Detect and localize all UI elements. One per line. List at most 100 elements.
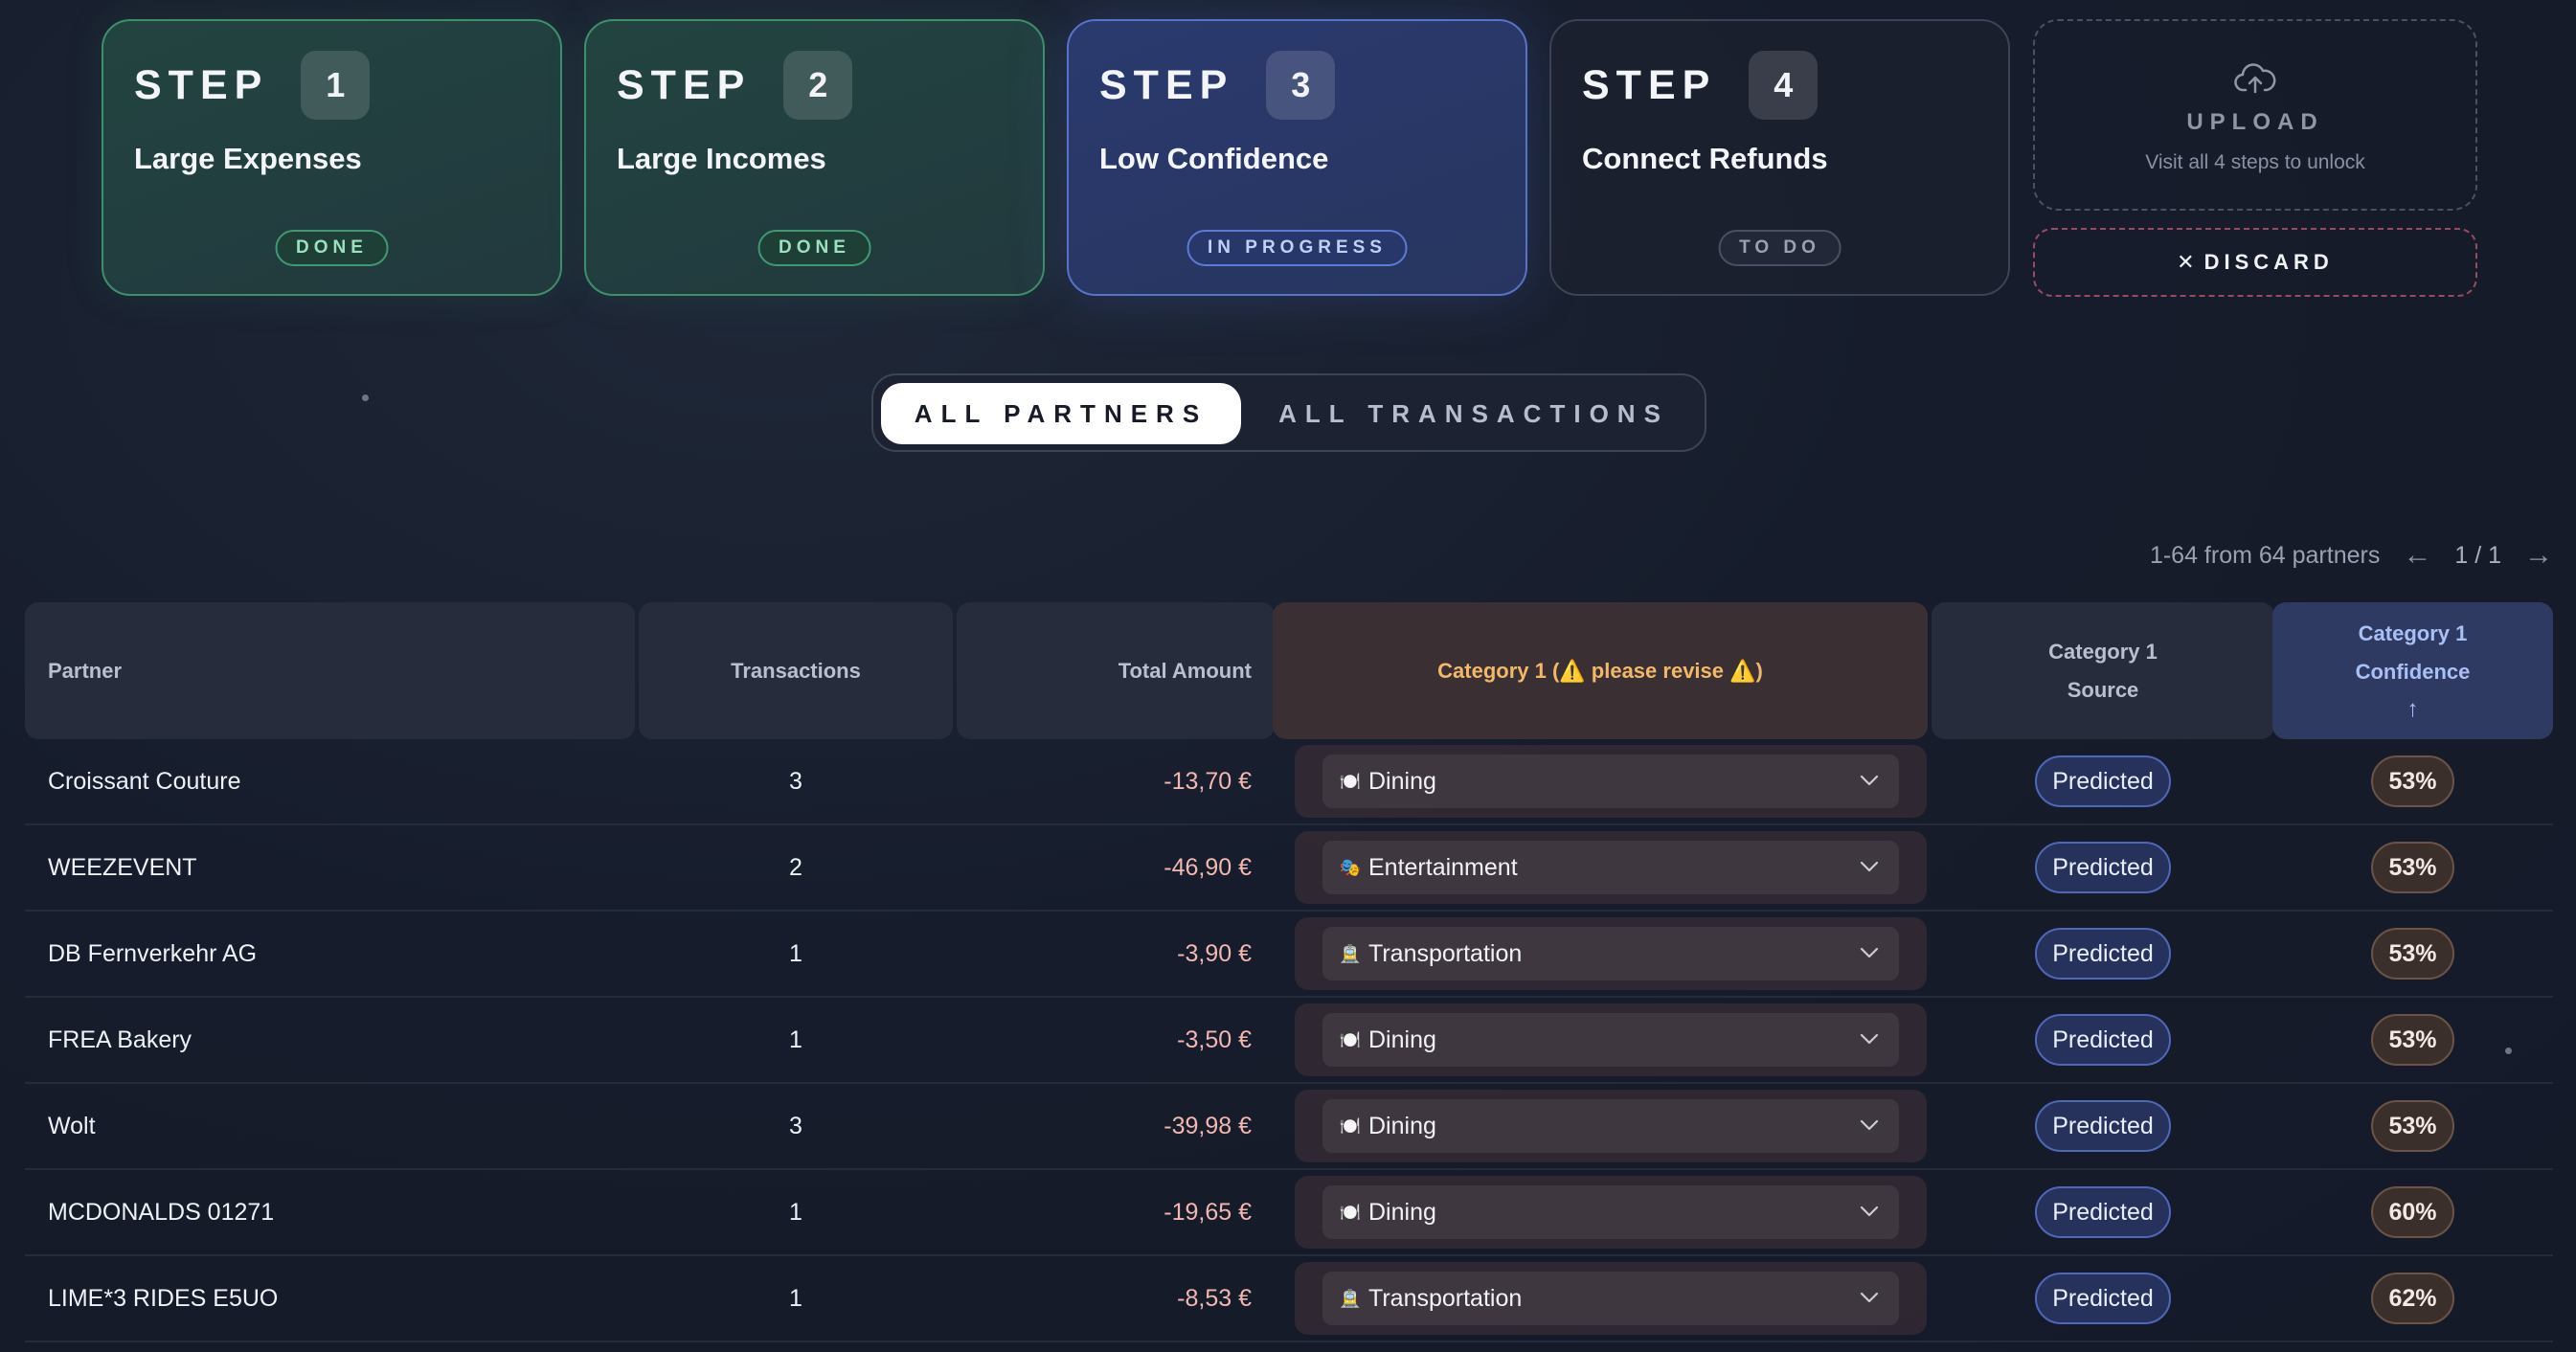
close-icon: ✕ [2177, 250, 2195, 274]
tab-all-partners[interactable]: ALL PARTNERS [881, 383, 1241, 444]
dining-icon: 🍽️ [1339, 1202, 1362, 1222]
category-value: Transportation [1368, 939, 1523, 967]
step-card-1[interactable]: STEP 1 Large Expenses DONE [102, 19, 562, 296]
source-badge: Predicted [2035, 1186, 2171, 1238]
step-number: 2 [783, 51, 853, 120]
source-cell: Predicted [1932, 998, 2274, 1082]
page-indicator: 1 / 1 [2454, 541, 2501, 569]
dining-icon: 🍽️ [1339, 1029, 1362, 1049]
step-card-4[interactable]: STEP 4 Connect Refunds TO DO [1549, 19, 2010, 296]
confidence-cell: 53% [2272, 912, 2553, 996]
step-word: STEP [1099, 61, 1234, 108]
column-header-category[interactable]: Category 1 (⚠️ please revise ⚠️) [1273, 602, 1928, 739]
prev-page-icon[interactable]: ← [2401, 539, 2433, 572]
step-header: STEP 4 [1582, 50, 1819, 121]
status-badge: DONE [757, 230, 871, 266]
category-select[interactable]: 🍽️ Dining [1322, 1185, 1899, 1239]
column-header-partner[interactable]: Partner [25, 602, 635, 739]
category-select[interactable]: 🚊 Transportation [1322, 1272, 1899, 1325]
step-word: STEP [1582, 61, 1717, 108]
partner-name: Wolt [48, 1112, 96, 1139]
confidence-cell: 53% [2272, 998, 2553, 1082]
status-badge: IN PROGRESS [1186, 230, 1408, 266]
confidence-badge: 62% [2371, 1273, 2454, 1324]
theater-masks-icon: 🎭 [1339, 857, 1362, 877]
source-badge: Predicted [2035, 1014, 2171, 1066]
next-page-icon[interactable]: → [2522, 539, 2555, 572]
source-badge: Predicted [2035, 928, 2171, 980]
confidence-badge: 53% [2371, 1100, 2454, 1152]
confidence-cell: 53% [2272, 825, 2553, 910]
column-header-source-line2: Source [2067, 677, 2139, 702]
step-title: Large Incomes [617, 142, 826, 175]
partners-table: Partner Transactions Total Amount Catego… [25, 602, 2553, 1342]
tram-icon: 🚊 [1339, 943, 1362, 963]
partner-name: LIME*3 RIDES E5UO [48, 1284, 279, 1312]
step-number: 4 [1749, 51, 1819, 120]
category-select[interactable]: 🚊 Transportation [1322, 927, 1899, 980]
total-amount: -46,90 € [1164, 853, 1252, 881]
tab-all-transactions[interactable]: ALL TRANSACTIONS [1247, 383, 1701, 444]
tram-icon: 🚊 [1339, 1288, 1362, 1308]
step-title: Low Confidence [1099, 142, 1329, 175]
total-amount: -19,65 € [1164, 1198, 1252, 1226]
app-root: STEP 1 Large Expenses DONE STEP 2 Large … [0, 0, 2576, 1352]
partner-name: FREA Bakery [48, 1025, 192, 1053]
column-header-confidence[interactable]: Category 1 Confidence ↑ [2272, 602, 2553, 739]
confidence-badge: 53% [2371, 928, 2454, 980]
total-amount: -39,98 € [1164, 1112, 1252, 1139]
category-select[interactable]: 🎭 Entertainment [1322, 841, 1899, 894]
table-header: Partner Transactions Total Amount Catego… [25, 602, 2553, 739]
table-row: WEEZEVENT 2 -46,90 € 🎭 Entertainment Pre… [25, 825, 2553, 912]
status-badge: DONE [275, 230, 389, 266]
column-header-source[interactable]: Category 1 Source [1932, 602, 2274, 739]
step-header: STEP 2 [617, 50, 853, 121]
upload-hint: Visit all 4 steps to unlock [2145, 151, 2365, 173]
confidence-cell: 60% [2272, 1170, 2553, 1254]
column-header-transactions[interactable]: Transactions [639, 602, 953, 739]
table-row: MCDONALDS 01271 1 -19,65 € 🍽️ Dining Pre… [25, 1170, 2553, 1256]
step-word: STEP [134, 61, 269, 108]
chevron-down-icon [1860, 775, 1879, 786]
step-card-3[interactable]: STEP 3 Low Confidence IN PROGRESS [1067, 19, 1527, 296]
step-title: Connect Refunds [1582, 142, 1828, 175]
discard-button[interactable]: ✕ DISCARD [2033, 228, 2477, 297]
transaction-count: 1 [789, 1284, 802, 1312]
transaction-count: 1 [789, 939, 802, 967]
category-select[interactable]: 🍽️ Dining [1322, 1013, 1899, 1067]
transaction-count: 1 [789, 1198, 802, 1226]
step-title: Large Expenses [134, 142, 362, 175]
partner-name: Croissant Couture [48, 767, 241, 795]
discard-label: DISCARD [2203, 250, 2334, 274]
source-cell: Predicted [1932, 739, 2274, 823]
category-select[interactable]: 🍽️ Dining [1322, 755, 1899, 808]
category-value: Dining [1368, 767, 1436, 795]
category-cell: 🍽️ Dining [1295, 739, 1927, 823]
table-row: Croissant Couture 3 -13,70 € 🍽️ Dining P… [25, 739, 2553, 825]
category-value: Dining [1368, 1025, 1436, 1053]
confidence-badge: 53% [2371, 755, 2454, 807]
chevron-down-icon [1860, 1292, 1879, 1303]
pagination-summary: 1-64 from 64 partners [2149, 541, 2381, 569]
total-amount: -3,50 € [1177, 1025, 1252, 1053]
status-badge: TO DO [1718, 230, 1842, 266]
category-value: Dining [1368, 1112, 1436, 1139]
sort-ascending-icon: ↑ [2407, 695, 2419, 722]
step-header: STEP 1 [134, 50, 371, 121]
source-badge: Predicted [2035, 1273, 2171, 1324]
category-select[interactable]: 🍽️ Dining [1322, 1099, 1899, 1153]
total-amount: -3,90 € [1177, 939, 1252, 967]
confidence-cell: 62% [2272, 1256, 2553, 1341]
chevron-down-icon [1860, 1206, 1879, 1217]
category-value: Entertainment [1368, 853, 1518, 881]
upload-dropzone[interactable]: UPLOAD Visit all 4 steps to unlock [2033, 19, 2477, 211]
column-header-total-amount[interactable]: Total Amount [957, 602, 1275, 739]
partner-name: DB Fernverkehr AG [48, 939, 258, 967]
transaction-count: 2 [789, 853, 802, 881]
source-cell: Predicted [1932, 912, 2274, 996]
source-cell: Predicted [1932, 1170, 2274, 1254]
source-badge: Predicted [2035, 842, 2171, 893]
pagination: 1-64 from 64 partners ← 1 / 1 → [2150, 538, 2555, 573]
chevron-down-icon [1860, 1119, 1879, 1131]
step-card-2[interactable]: STEP 2 Large Incomes DONE [584, 19, 1045, 296]
